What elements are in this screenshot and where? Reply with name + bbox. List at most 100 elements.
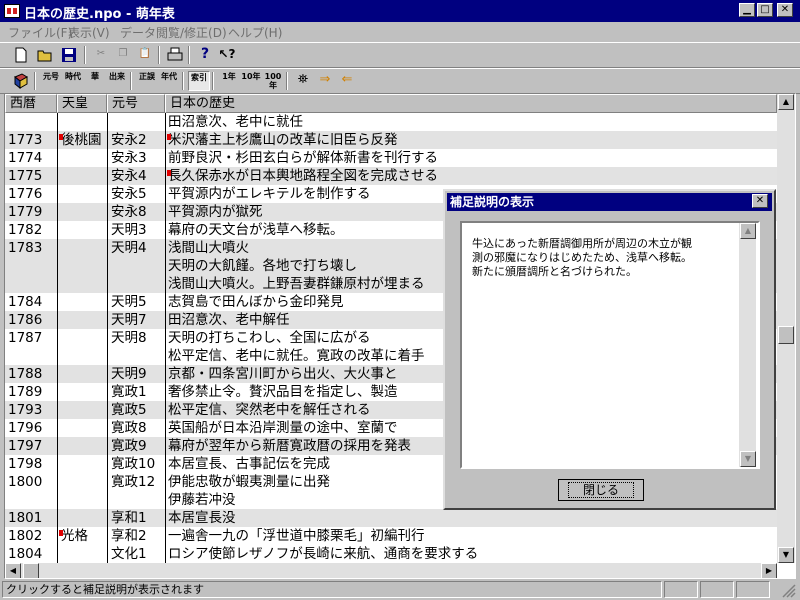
era-cell[interactable] (107, 113, 165, 131)
year-cell[interactable]: 1801 (5, 509, 57, 527)
header-year[interactable]: 西暦 (5, 94, 57, 113)
step-10-year-button[interactable]: 10年 (240, 71, 262, 91)
scroll-right-button[interactable]: ▶ (761, 563, 777, 578)
emperor-cell[interactable] (57, 419, 107, 437)
copy-button[interactable]: ❐ (112, 45, 134, 65)
menu-data[interactable]: データ閲覧/修正(D) (120, 24, 227, 41)
era-cell[interactable] (107, 347, 165, 365)
year-cell[interactable]: 1804 (5, 545, 57, 563)
era-cell[interactable]: 安永2 (107, 131, 165, 149)
period-view-button[interactable]: 時代 (62, 71, 84, 91)
emperor-cell[interactable] (57, 185, 107, 203)
emperor-cell[interactable] (57, 221, 107, 239)
emperor-cell[interactable] (57, 275, 107, 293)
resize-grip-icon[interactable] (772, 581, 798, 598)
emperor-cell[interactable] (57, 113, 107, 131)
table-row[interactable]: 1804 文化1 ロシア使節レザノフが長崎に来航、通商を要求する (5, 545, 777, 563)
close-dialog-button[interactable]: 閉じる (558, 479, 644, 501)
emperor-cell[interactable] (57, 455, 107, 473)
chronology-button[interactable]: 年代 (158, 71, 180, 91)
era-cell[interactable]: 安永4 (107, 167, 165, 185)
era-cell[interactable] (107, 275, 165, 293)
table-row[interactable]: 田沼意次、老中に就任 (5, 113, 777, 131)
emperor-cell[interactable] (57, 257, 107, 275)
find-button[interactable]: ⛯ (292, 71, 314, 91)
menu-help[interactable]: ヘルプ(H) (228, 24, 282, 41)
year-cell[interactable] (5, 491, 57, 509)
save-button[interactable] (58, 45, 80, 65)
close-button[interactable]: ✕ (777, 3, 793, 17)
era-view-button[interactable]: 元号 (40, 71, 62, 91)
era-cell[interactable]: 安永5 (107, 185, 165, 203)
find-prev-button[interactable]: ⇐ (336, 71, 358, 91)
emperor-cell[interactable]: 後桃園 (57, 131, 107, 149)
emperor-cell[interactable] (57, 239, 107, 257)
era-cell[interactable]: 天明8 (107, 329, 165, 347)
step-100-year-button[interactable]: 100年 (262, 71, 284, 91)
history-cell[interactable]: 長久保赤水が日本輿地路程全図を完成させる (165, 167, 777, 185)
hscroll-thumb[interactable] (23, 563, 39, 578)
emperor-cell[interactable] (57, 383, 107, 401)
header-emperor[interactable]: 天皇 (57, 94, 107, 113)
emperor-cell[interactable]: 光格 (57, 527, 107, 545)
index-button[interactable]: 索引 (188, 71, 210, 91)
history-cell[interactable]: 前野良沢・杉田玄白らが解体新書を刊行する (165, 149, 777, 167)
year-cell[interactable] (5, 257, 57, 275)
book-button[interactable] (10, 71, 32, 91)
find-next-button[interactable]: ⇒ (314, 71, 336, 91)
emperor-cell[interactable] (57, 293, 107, 311)
era-cell[interactable]: 天明3 (107, 221, 165, 239)
scroll-thumb[interactable] (778, 326, 794, 344)
era-cell[interactable] (107, 491, 165, 509)
year-cell[interactable]: 1779 (5, 203, 57, 221)
year-cell[interactable]: 1774 (5, 149, 57, 167)
new-file-button[interactable] (10, 45, 32, 65)
year-cell[interactable]: 1793 (5, 401, 57, 419)
open-file-button[interactable] (34, 45, 56, 65)
era-cell[interactable]: 寛政10 (107, 455, 165, 473)
dialog-close-button[interactable]: ✕ (752, 194, 768, 208)
event-view-button[interactable]: 出来 (106, 71, 128, 91)
year-cell[interactable]: 1773 (5, 131, 57, 149)
era-cell[interactable]: 寛政5 (107, 401, 165, 419)
year-cell[interactable]: 1784 (5, 293, 57, 311)
year-cell[interactable]: 1800 (5, 473, 57, 491)
year-cell[interactable]: 1787 (5, 329, 57, 347)
note-scrollbar[interactable]: ▲ ▼ (739, 223, 756, 467)
table-row[interactable]: 1773 後桃園 安永2 米沢藩主上杉鷹山の改革に旧臣ら反発 (5, 131, 777, 149)
emperor-cell[interactable] (57, 149, 107, 167)
year-cell[interactable]: 1775 (5, 167, 57, 185)
emperor-cell[interactable] (57, 545, 107, 563)
emperor-cell[interactable] (57, 401, 107, 419)
scroll-up-button[interactable]: ▲ (740, 223, 756, 239)
table-row[interactable]: 1775 安永4 長久保赤水が日本輿地路程全図を完成させる (5, 167, 777, 185)
table-row[interactable]: 1802 光格 享和2 一遍舎一九の「浮世道中膝栗毛」初編刊行 (5, 527, 777, 545)
flower-view-button[interactable]: 華 (84, 71, 106, 91)
header-history[interactable]: 日本の歴史 (165, 94, 777, 113)
history-cell[interactable]: 米沢藩主上杉鷹山の改革に旧臣ら反発 (165, 131, 777, 149)
scroll-left-button[interactable]: ◀ (5, 563, 21, 578)
print-button[interactable] (164, 45, 186, 65)
emperor-cell[interactable] (57, 347, 107, 365)
history-cell[interactable]: 一遍舎一九の「浮世道中膝栗毛」初編刊行 (165, 527, 777, 545)
era-cell[interactable]: 享和1 (107, 509, 165, 527)
era-cell[interactable]: 天明5 (107, 293, 165, 311)
emperor-cell[interactable] (57, 329, 107, 347)
help-button[interactable]: ? (194, 45, 216, 65)
history-cell[interactable]: ロシア使節レザノフが長崎に来航、通商を要求する (165, 545, 777, 563)
emperor-cell[interactable] (57, 437, 107, 455)
year-cell[interactable]: 1786 (5, 311, 57, 329)
year-cell[interactable]: 1797 (5, 437, 57, 455)
year-cell[interactable] (5, 275, 57, 293)
era-cell[interactable]: 文化1 (107, 545, 165, 563)
history-cell[interactable]: 本居宣長没 (165, 509, 777, 527)
era-cell[interactable]: 天明7 (107, 311, 165, 329)
emperor-cell[interactable] (57, 473, 107, 491)
year-cell[interactable]: 1789 (5, 383, 57, 401)
emperor-cell[interactable] (57, 167, 107, 185)
history-cell[interactable]: 田沼意次、老中に就任 (165, 113, 777, 131)
year-cell[interactable] (5, 113, 57, 131)
era-cell[interactable]: 安永8 (107, 203, 165, 221)
era-cell[interactable]: 寛政9 (107, 437, 165, 455)
table-row[interactable]: 1774 安永3 前野良沢・杉田玄白らが解体新書を刊行する (5, 149, 777, 167)
